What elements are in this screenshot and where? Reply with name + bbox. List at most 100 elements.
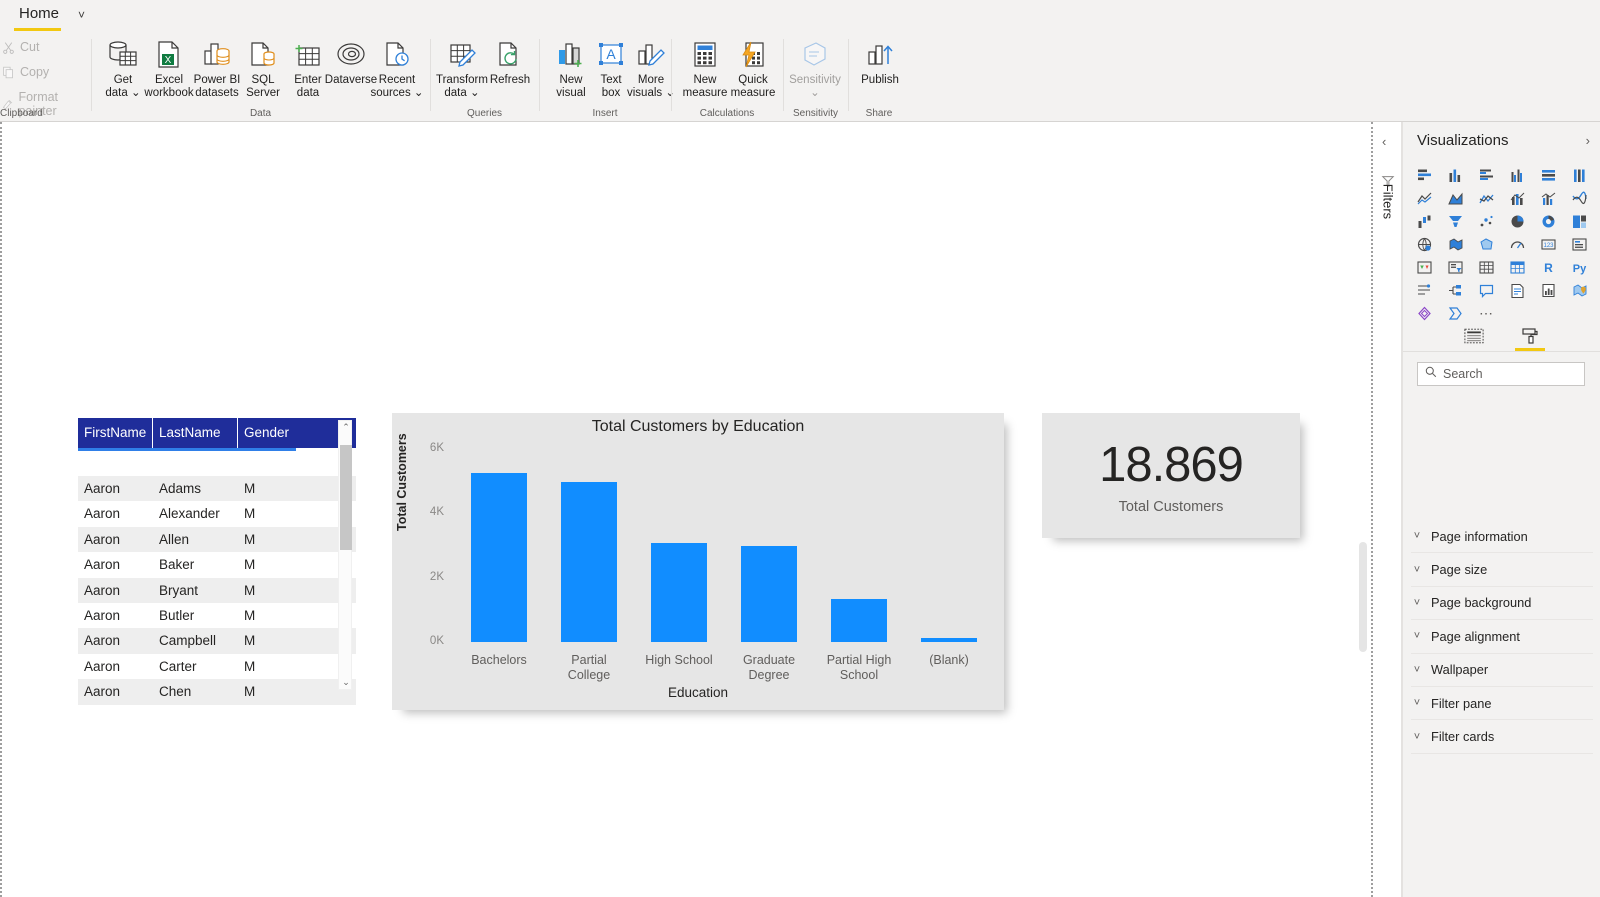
chart-x-category[interactable]: High School (634, 653, 724, 668)
table-row[interactable]: AaronButlerM (78, 603, 356, 628)
line-stacked-column-chart-icon[interactable] (1502, 189, 1533, 207)
format-section-label: Filter cards (1431, 729, 1494, 744)
stacked-column-chart-icon[interactable] (1440, 166, 1471, 184)
chart-x-category[interactable]: Partial College (544, 653, 634, 682)
quick-measure-button[interactable]: Quick measure (722, 35, 784, 105)
tab-home[interactable]: Home (15, 5, 63, 27)
table-row[interactable]: AaronCarterM (78, 654, 356, 679)
chart-bar[interactable] (921, 638, 977, 642)
chevron-left-icon[interactable]: ‹ (1382, 134, 1386, 149)
qna-icon[interactable] (1471, 281, 1502, 299)
donut-chart-icon[interactable] (1533, 212, 1564, 230)
group-label-sensitivity: Sensitivity (784, 108, 847, 119)
filters-pane-tab[interactable]: Filters (1381, 172, 1396, 232)
decomposition-tree-icon[interactable] (1440, 281, 1471, 299)
map-icon[interactable] (1409, 235, 1440, 253)
chart-bar[interactable] (561, 482, 617, 642)
filled-map-icon[interactable] (1440, 235, 1471, 253)
table-cell: Aaron (78, 603, 153, 628)
stacked-bar-chart-icon[interactable] (1409, 166, 1440, 184)
table-scrollbar[interactable]: ⌃ ⌄ (338, 420, 352, 690)
table-row[interactable]: AaronAdamsM (78, 476, 356, 501)
svg-text:A: A (606, 46, 616, 62)
format-section-page-alignment[interactable]: ˅Page alignment (1411, 620, 1593, 653)
arcgis-map-icon[interactable] (1564, 281, 1595, 299)
line-chart-icon[interactable] (1409, 189, 1440, 207)
table-row[interactable]: AaronChenM (78, 679, 356, 704)
ribbon-chart-icon[interactable] (1564, 189, 1595, 207)
100-stacked-column-chart-icon[interactable] (1564, 166, 1595, 184)
table-row[interactable]: AaronAlexanderM (78, 501, 356, 526)
format-section-wallpaper[interactable]: ˅Wallpaper (1411, 654, 1593, 687)
table-cell: M (238, 501, 296, 526)
format-section-filter-cards[interactable]: ˅Filter cards (1411, 720, 1593, 753)
publish-button[interactable]: Publish (849, 35, 911, 105)
scroll-down-arrow-icon[interactable]: ⌄ (339, 677, 353, 688)
chart-bar[interactable] (741, 546, 797, 642)
gauge-icon[interactable] (1502, 235, 1533, 253)
chevron-down-icon: ˅ (1411, 530, 1423, 542)
area-chart-icon[interactable] (1440, 189, 1471, 207)
stacked-area-chart-icon[interactable] (1471, 189, 1502, 207)
table-icon[interactable] (1471, 258, 1502, 276)
100-stacked-bar-chart-icon[interactable] (1533, 166, 1564, 184)
copy-button[interactable]: Copy (2, 65, 49, 79)
report-canvas[interactable]: FirstName LastName Gender AaronAdamsMAar… (0, 122, 1372, 897)
chart-bar[interactable] (471, 473, 527, 642)
format-section-filter-pane[interactable]: ˅Filter pane (1411, 687, 1593, 720)
treemap-icon[interactable] (1564, 212, 1595, 230)
group-label-calculations: Calculations (672, 108, 782, 119)
smart-narrative-icon[interactable] (1502, 281, 1533, 299)
scroll-up-arrow-icon[interactable]: ⌃ (339, 422, 353, 433)
table-row[interactable]: AaronBryantM (78, 578, 356, 603)
clustered-column-chart-icon[interactable] (1502, 166, 1533, 184)
chart-x-category[interactable]: Bachelors (454, 653, 544, 668)
card-icon[interactable]: 123 (1533, 235, 1564, 253)
scrollbar-thumb[interactable] (340, 445, 352, 550)
table-row[interactable]: AaronAllenM (78, 527, 356, 552)
chart-bar[interactable] (831, 599, 887, 642)
pie-chart-icon[interactable] (1502, 212, 1533, 230)
bar-chart-visual[interactable]: Total Customers by Education Total Custo… (392, 413, 1004, 710)
chart-x-category[interactable]: (Blank) (904, 653, 994, 668)
table-row[interactable]: AaronBakerM (78, 552, 356, 577)
slicer-icon[interactable] (1440, 258, 1471, 276)
ribbon-groups: Cut Copy Format painter Clipboard (0, 33, 1600, 122)
line-clustered-column-chart-icon[interactable] (1533, 189, 1564, 207)
card-visual[interactable]: 18.869 Total Customers (1042, 413, 1300, 538)
chart-x-category[interactable]: Graduate Degree (724, 653, 814, 682)
column-header-gender[interactable]: Gender (238, 418, 296, 448)
multi-row-card-icon[interactable] (1564, 235, 1595, 253)
chart-bar[interactable] (651, 543, 707, 642)
paginated-report-icon[interactable] (1533, 281, 1564, 299)
matrix-icon[interactable] (1502, 258, 1533, 276)
clustered-bar-chart-icon[interactable] (1471, 166, 1502, 184)
key-influencers-icon[interactable] (1409, 281, 1440, 299)
fields-tab[interactable] (1457, 323, 1491, 349)
chevron-right-icon[interactable]: › (1586, 133, 1590, 148)
shape-map-icon[interactable] (1471, 235, 1502, 253)
funnel-chart-icon[interactable] (1440, 212, 1471, 230)
format-section-page-background[interactable]: ˅Page background (1411, 587, 1593, 620)
kpi-icon[interactable] (1409, 258, 1440, 276)
recent-sources-button[interactable]: Recent sources ⌄ (366, 35, 428, 105)
table-row[interactable]: AaronCampbellM (78, 628, 356, 653)
column-header-firstname[interactable]: FirstName (78, 418, 153, 448)
publish-icon (865, 38, 895, 72)
format-section-page-information[interactable]: ˅Page information (1411, 520, 1593, 553)
python-visual-icon[interactable]: Py (1564, 258, 1595, 276)
scatter-chart-icon[interactable] (1471, 212, 1502, 230)
chevron-down-icon[interactable]: ˅ (78, 8, 85, 22)
sensitivity-button[interactable]: Sensitivity ⌄ (784, 35, 846, 105)
waterfall-chart-icon[interactable] (1409, 212, 1440, 230)
column-header-lastname[interactable]: LastName (153, 418, 238, 448)
format-section-page-size[interactable]: ˅Page size (1411, 553, 1593, 586)
cut-button[interactable]: Cut (2, 40, 39, 54)
r-script-visual-icon[interactable]: R (1533, 258, 1564, 276)
chart-x-category[interactable]: Partial High School (814, 653, 904, 682)
table-visual[interactable]: FirstName LastName Gender AaronAdamsMAar… (78, 418, 356, 702)
canvas-scrollbar[interactable] (1359, 542, 1367, 652)
search-input[interactable]: Search (1417, 362, 1585, 386)
refresh-button[interactable]: Refresh (479, 35, 541, 105)
format-tab[interactable] (1513, 323, 1547, 349)
